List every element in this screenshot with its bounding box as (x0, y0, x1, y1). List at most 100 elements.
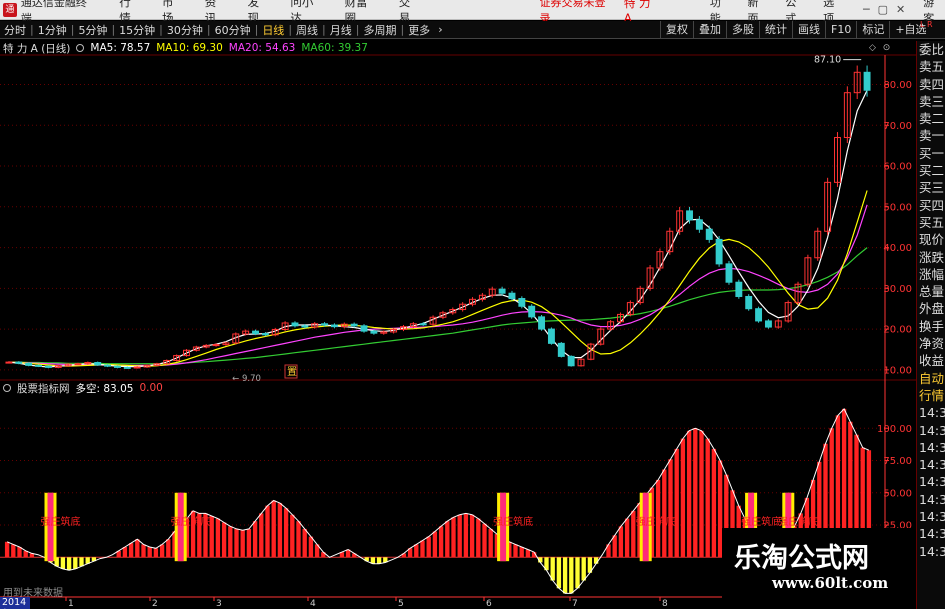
tool-adjust[interactable]: 复权 (660, 21, 693, 39)
sidebar-item[interactable]: 买一 (917, 145, 945, 162)
candle-body[interactable] (745, 295, 753, 310)
sidebar-item[interactable]: 卖一 (917, 127, 945, 144)
sidebar-item[interactable]: 14:35 (917, 473, 945, 490)
candle-body[interactable] (755, 308, 763, 322)
sidebar-item[interactable]: 涨跌 (917, 249, 945, 266)
candle-body[interactable] (528, 305, 536, 318)
sidebar-item[interactable]: 买五 (917, 214, 945, 231)
sidebar-item[interactable]: 14:35 (917, 439, 945, 456)
candle-body[interactable] (123, 366, 131, 369)
candle-body[interactable] (863, 71, 871, 91)
candle-body[interactable] (686, 210, 693, 221)
indicator-title[interactable]: 股票指标网 (17, 381, 70, 396)
sidebar-item[interactable]: 换手 (917, 318, 945, 335)
candle-body[interactable] (104, 364, 112, 367)
candle-body[interactable] (330, 324, 338, 328)
diamond-icon[interactable]: ◇ (869, 43, 876, 53)
sidebar-item[interactable]: 卖二 (917, 110, 945, 127)
candle-body[interactable] (350, 323, 358, 327)
candle-body[interactable] (113, 365, 121, 368)
tool-draw-line[interactable]: 画线 (792, 21, 825, 39)
candle-body[interactable] (557, 342, 565, 357)
candle-body[interactable] (764, 320, 772, 328)
sidebar-item[interactable]: 买四 (917, 197, 945, 214)
candle-body[interactable] (725, 263, 733, 283)
period-monthly[interactable]: 月线 (326, 22, 356, 38)
candle-body[interactable] (15, 361, 23, 364)
close-icon[interactable]: ✕ (896, 3, 905, 16)
candle-body[interactable] (261, 333, 269, 336)
candle-body[interactable] (74, 363, 82, 366)
sidebar-item[interactable]: 14:34 (917, 404, 945, 421)
period-daily[interactable]: 日线 (258, 22, 288, 38)
candle-body[interactable] (133, 366, 141, 369)
candle-body[interactable] (44, 365, 52, 368)
maximize-icon[interactable]: ▢ (878, 3, 888, 16)
tool-mark[interactable]: 标记 (856, 21, 889, 39)
candle-body[interactable] (252, 330, 259, 335)
sidebar-item[interactable]: 收益 (917, 352, 945, 369)
sidebar-item[interactable]: 卖五 (917, 58, 945, 75)
sidebar-item[interactable]: 卖四 (917, 76, 945, 93)
candle-body[interactable] (695, 219, 703, 230)
sidebar-item[interactable]: 14:35 (917, 508, 945, 525)
candle-body[interactable] (360, 325, 368, 332)
candle-body[interactable] (547, 328, 555, 344)
period-multi[interactable]: 多周期 (359, 22, 400, 38)
month-label: 5 (398, 599, 404, 609)
candle-body[interactable] (212, 344, 220, 347)
indicator-settings-icon[interactable] (3, 384, 11, 392)
candle-body[interactable] (735, 281, 743, 297)
candle-body[interactable] (715, 238, 723, 265)
period-intraday[interactable]: 分时 (0, 22, 30, 38)
period-30min[interactable]: 30分钟 (163, 22, 207, 38)
candle-body[interactable] (25, 362, 33, 366)
tool-multi-stock[interactable]: 多股 (726, 21, 759, 39)
sidebar-item[interactable]: 行情 (917, 387, 945, 404)
sidebar-item[interactable]: 涨幅 (917, 266, 945, 283)
expand-icon[interactable]: ⊙ (883, 43, 891, 53)
sidebar-item[interactable]: 14:35 (917, 456, 945, 473)
period-weekly[interactable]: 周线 (292, 22, 322, 38)
sidebar-item[interactable]: 净资 (917, 335, 945, 352)
candle-body[interactable] (321, 323, 329, 326)
candle-body[interactable] (291, 322, 299, 327)
candle-body[interactable] (5, 361, 13, 364)
candle-body[interactable] (538, 316, 546, 330)
candle-body[interactable] (301, 325, 309, 328)
period-5min[interactable]: 5分钟 (74, 22, 111, 38)
signal-label: 强庄筑底 (741, 515, 781, 528)
period-60min[interactable]: 60分钟 (211, 22, 255, 38)
minimize-icon[interactable]: ─ (863, 3, 870, 16)
candle-body[interactable] (508, 292, 516, 300)
more-chevron-icon[interactable]: › (434, 23, 446, 36)
tool-f10[interactable]: F10 (825, 21, 856, 39)
sidebar-item[interactable]: 总量 (917, 283, 945, 300)
tool-statistics[interactable]: 统计 (759, 21, 792, 39)
candle-body[interactable] (370, 330, 378, 334)
sidebar-item[interactable]: 14:35 (917, 525, 945, 542)
sidebar-item[interactable]: 买二 (917, 162, 945, 179)
candle-body[interactable] (705, 228, 713, 240)
sidebar-item[interactable]: 14:35 (917, 543, 945, 560)
candle-body[interactable] (35, 364, 42, 367)
candle-body[interactable] (518, 298, 526, 307)
candle-body[interactable] (94, 362, 102, 366)
sidebar-item[interactable]: 现价 (917, 231, 945, 248)
sidebar-item[interactable]: 买三 (917, 179, 945, 196)
tool-overlay[interactable]: 叠加 (693, 21, 726, 39)
candle-body[interactable] (567, 355, 575, 367)
sidebar-item[interactable]: 14:35 (917, 491, 945, 508)
sidebar-item[interactable]: 外盘 (917, 300, 945, 317)
sidebar-item[interactable]: 卖三 (917, 93, 945, 110)
settings-circle-icon[interactable] (76, 44, 85, 52)
sidebar-item[interactable]: 自动 (917, 370, 945, 387)
period-1min[interactable]: 1分钟 (34, 22, 71, 38)
period-15min[interactable]: 15分钟 (115, 22, 159, 38)
period-more[interactable]: 更多 (404, 22, 434, 38)
sidebar-item[interactable]: 14:35 (917, 422, 945, 439)
candlestick-series[interactable] (5, 65, 871, 369)
candle-body[interactable] (419, 323, 427, 326)
sidebar-item[interactable]: 委比 (917, 41, 945, 58)
candle-body[interactable] (498, 288, 506, 294)
